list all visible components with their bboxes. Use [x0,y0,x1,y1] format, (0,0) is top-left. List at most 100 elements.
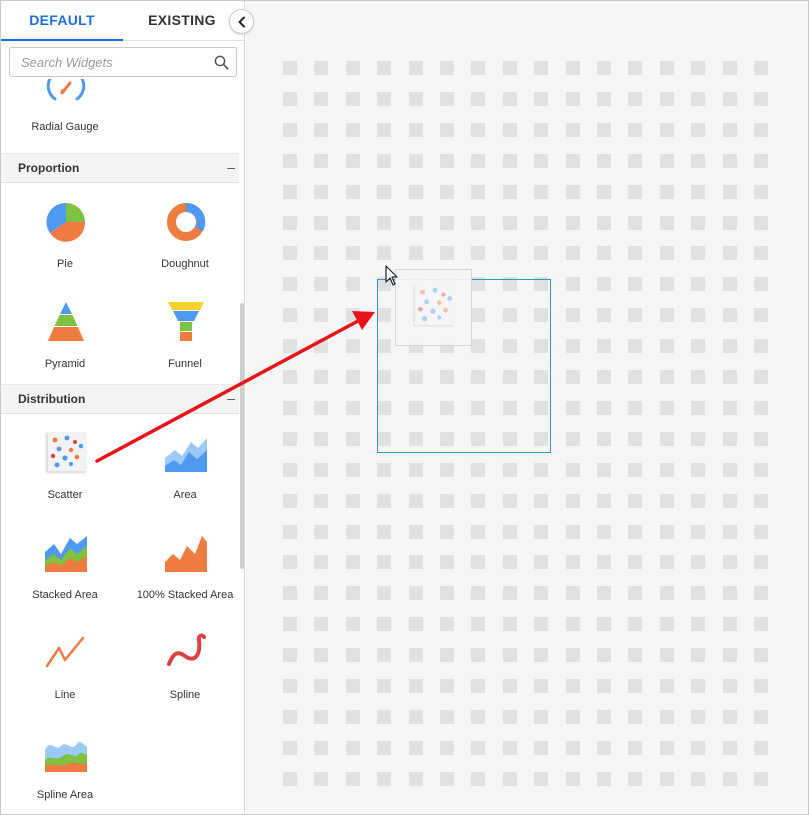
grid-cell [597,431,611,446]
grid-cell [345,555,360,570]
grid-cell [722,246,737,261]
collapse-sidebar-button[interactable] [229,9,254,34]
grid-cell [534,215,549,230]
grid-cell [534,586,549,601]
grid-cell [628,246,643,261]
grid-cell [408,462,423,477]
widget-label: Stacked Area [32,589,98,601]
grid-cell [283,524,297,539]
grid-cell [408,679,423,693]
grid-cell [314,617,329,632]
grid-cell [722,524,737,539]
grid-cell [502,586,517,601]
grid-cell [565,771,580,786]
widget-scatter[interactable]: Scatter [5,432,125,528]
grid-cell [722,308,737,323]
grid-cell [722,462,737,477]
grid-cell [565,462,580,477]
grid-cell [440,771,454,786]
widget-funnel[interactable]: Funnel [125,301,244,397]
grid-cell [408,246,423,261]
widget-pie[interactable]: Pie [5,201,125,297]
search-input[interactable] [10,48,210,76]
grid-cell [502,679,517,693]
grid-cell [314,771,329,786]
grid-cell [345,277,360,292]
grid-cell [471,153,486,168]
dashboard-canvas[interactable] [246,1,808,813]
grid-cell [345,91,360,106]
widget-100-stacked-area[interactable]: 100% Stacked Area [125,532,244,628]
search-icon[interactable] [214,55,229,70]
grid-cell [754,679,768,693]
collapse-section-icon[interactable]: – [227,390,235,406]
grid-cell [377,153,392,168]
grid-cell [597,740,611,755]
section-header-distribution[interactable]: Distribution – [1,384,239,414]
grid-cell [565,61,580,75]
grid-cell [283,586,297,601]
grid-cell [691,91,706,106]
grid-cell [722,740,737,755]
widget-doughnut[interactable]: Doughnut [125,201,244,297]
grid-cell [314,339,329,354]
grid-cell [565,339,580,354]
grid-cell [534,246,549,261]
grid-cell [440,740,454,755]
section-header-proportion[interactable]: Proportion – [1,153,239,183]
collapse-section-icon[interactable]: – [227,159,235,175]
widget-spline-area[interactable]: Spline Area [5,732,125,813]
grid-cell [283,679,297,693]
grid-cell [345,679,360,693]
grid-cell [314,462,329,477]
grid-cell [314,215,329,230]
widget-line[interactable]: Line [5,632,125,728]
grid-cell [345,524,360,539]
grid-cell [345,184,360,199]
grid-cell [722,184,737,199]
grid-cell [314,370,329,384]
grid-cell [283,61,297,75]
grid-cell [597,91,611,106]
grid-cell [440,679,454,693]
tab-default[interactable]: DEFAULT [1,1,123,41]
widget-area[interactable]: Area [125,432,244,528]
grid-cell [597,122,611,137]
widget-label: Area [173,489,197,501]
grid-cell [659,555,674,570]
grid-cell [345,709,360,724]
grid-cell [597,277,611,292]
grid-cell [283,91,297,106]
grid-cell [565,277,580,292]
grid-cell [377,184,392,199]
grid-cell [597,153,611,168]
grid-cell [722,431,737,446]
grid-cell [754,431,768,446]
dragged-scatter-widget[interactable] [395,269,472,346]
widget-stacked-area[interactable]: Stacked Area [5,532,125,628]
widget-spline[interactable]: Spline [125,632,244,728]
grid-cell [440,648,454,663]
grid-cell [377,246,392,261]
grid-cell [408,524,423,539]
sidebar-scrollbar[interactable] [240,303,244,569]
pie-chart-icon [46,202,86,242]
grid-cell [345,122,360,137]
grid-cell [659,184,674,199]
grid-cell [440,246,454,261]
grid-cell [314,184,329,199]
grid-cell [345,246,360,261]
grid-cell [377,91,392,106]
grid-cell [502,617,517,632]
grid-cell [283,431,297,446]
grid-cell [534,555,549,570]
grid-cell [659,617,674,632]
grid-cell [502,771,517,786]
grid-cell [471,648,486,663]
grid-cell [345,493,360,508]
tab-existing[interactable]: EXISTING [123,1,241,41]
grid-cell [314,555,329,570]
widget-pyramid[interactable]: Pyramid [5,301,125,397]
grid-cell [754,493,768,508]
widget-list[interactable]: Radial Gauge Proportion – Pie Doughnut P… [1,79,244,813]
